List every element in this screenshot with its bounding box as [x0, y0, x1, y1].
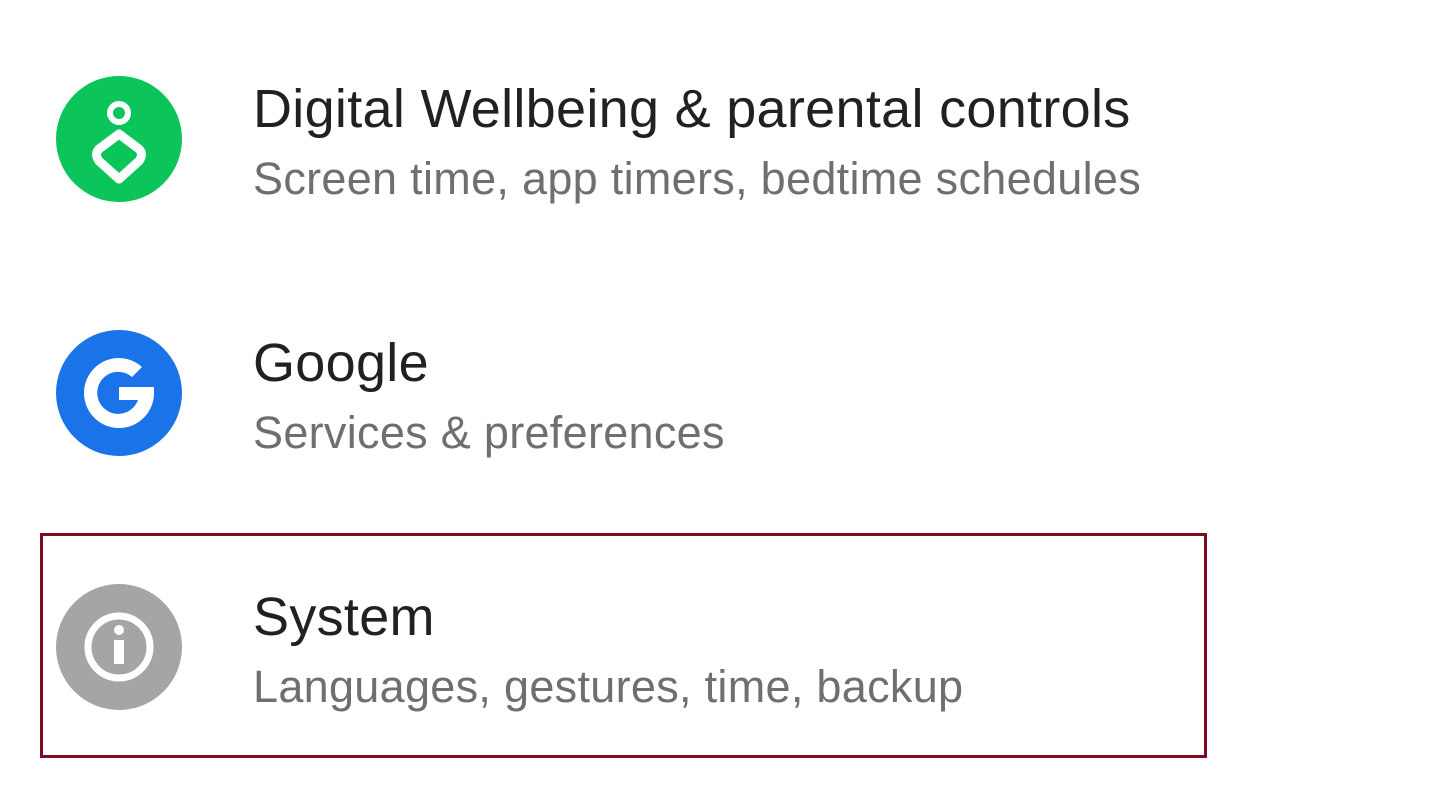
settings-item-subtitle: Screen time, app timers, bedtime schedul…: [253, 153, 1142, 204]
settings-item-subtitle: Languages, gestures, time, backup: [253, 661, 964, 712]
settings-item-system[interactable]: System Languages, gestures, time, backup: [0, 526, 1439, 766]
settings-item-title: Google: [253, 333, 429, 393]
settings-item-title: Digital Wellbeing & parental controls: [253, 79, 1131, 139]
settings-item-digital-wellbeing[interactable]: Digital Wellbeing & parental controls Sc…: [0, 18, 1439, 258]
digital-wellbeing-icon: [56, 76, 182, 202]
google-icon: [56, 330, 182, 456]
settings-item-title: System: [253, 587, 435, 647]
settings-item-google[interactable]: Google Services & preferences: [0, 272, 1439, 512]
settings-item-subtitle: Services & preferences: [253, 407, 725, 458]
info-icon: [56, 584, 182, 710]
